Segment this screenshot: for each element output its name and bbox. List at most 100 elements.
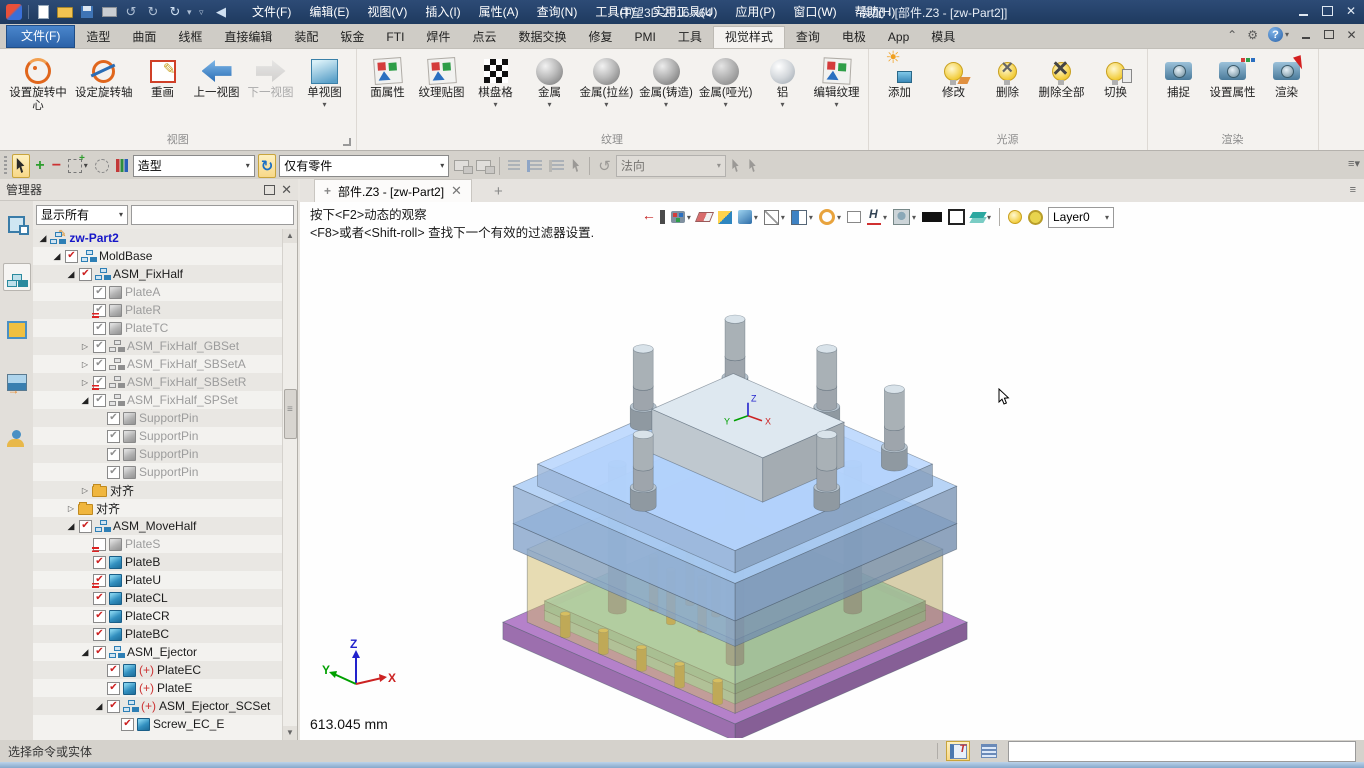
ribbon-button-light-delete[interactable]: 删除 xyxy=(981,52,1035,133)
ribbon-button-prev-view[interactable]: 上一视图 xyxy=(190,52,244,133)
wireframe-cube-icon[interactable]: ▾ xyxy=(763,210,786,225)
assembly-manager-icon[interactable] xyxy=(4,211,30,237)
ribbon-button-texture-map[interactable]: 纹理贴图 xyxy=(415,52,469,133)
ribbon-tab-电极[interactable]: 电极 xyxy=(831,26,877,48)
visibility-checkbox[interactable]: ✔ xyxy=(93,376,106,389)
visibility-checkbox[interactable]: ✔ xyxy=(79,268,92,281)
tab-list-icon[interactable]: ≡ xyxy=(1350,184,1356,196)
ribbon-button-single-view[interactable]: 单视图▾ xyxy=(298,52,352,133)
ribbon-button-checker[interactable]: 棋盘格▾ xyxy=(469,52,523,133)
visibility-checkbox[interactable]: ✔ xyxy=(65,250,78,263)
visibility-checkbox[interactable]: ✔ xyxy=(107,448,120,461)
black-swatch[interactable] xyxy=(921,212,943,222)
tree-node-SupportPin[interactable]: ✔SupportPin xyxy=(33,445,283,463)
ribbon-tab-PMI[interactable]: PMI xyxy=(623,26,666,48)
ribbon-tab-修复[interactable]: 修复 xyxy=(577,26,623,48)
expand-closed-icon[interactable]: ▷ xyxy=(79,378,91,387)
scroll-down-icon[interactable]: ▼ xyxy=(283,726,297,740)
expand-open-icon[interactable]: ◢ xyxy=(79,395,91,406)
list-icon[interactable] xyxy=(978,742,1000,760)
ribbon-button-redraw[interactable]: 重画 xyxy=(136,52,190,133)
tree-filter-dropdown[interactable]: 显示所有▾ xyxy=(36,205,128,225)
ribbon-tab-钣金[interactable]: 钣金 xyxy=(329,26,375,48)
tree-node-PlateTC[interactable]: ✔PlateTC xyxy=(33,319,283,337)
visibility-checkbox[interactable]: ✔ xyxy=(107,412,120,425)
role-manager-icon[interactable] xyxy=(4,421,30,447)
visibility-checkbox[interactable] xyxy=(93,538,106,551)
expand-closed-icon[interactable]: ▷ xyxy=(65,504,77,513)
minimize-ribbon-icon[interactable]: ⌃ xyxy=(1227,28,1237,42)
restore-button[interactable] xyxy=(1320,4,1334,18)
ribbon-tab-数据交换[interactable]: 数据交换 xyxy=(507,26,577,48)
expand-closed-icon[interactable]: ▷ xyxy=(79,486,91,495)
visibility-checkbox[interactable]: ✔ xyxy=(93,628,106,641)
expand-open-icon[interactable]: ◢ xyxy=(37,233,49,244)
expand-open-icon[interactable]: ◢ xyxy=(51,251,63,262)
visibility-checkbox[interactable]: ✔ xyxy=(107,700,120,713)
tree-node-MoldBase[interactable]: ◢✔MoldBase xyxy=(33,247,283,265)
ribbon-tab-线框[interactable]: 线框 xyxy=(167,26,213,48)
collapse-icon[interactable]: ◀ xyxy=(211,3,231,21)
tree-node-zw-Part2[interactable]: ◢✎zw-Part2 xyxy=(33,229,283,247)
viewport[interactable]: YXZ 按下<F2>动态的观察 <F8>或者<Shift-roll> 查找下一个… xyxy=(300,202,1364,740)
menu-属性(A)[interactable]: 属性(A) xyxy=(470,0,528,24)
scroll-up-icon[interactable]: ▲ xyxy=(283,229,297,243)
ribbon-button-light-modify[interactable]: 修改 xyxy=(927,52,981,133)
visibility-checkbox[interactable]: ✔ xyxy=(93,304,106,317)
tree-node-PlateA[interactable]: ✔PlateA xyxy=(33,283,283,301)
visibility-checkbox[interactable]: ✔ xyxy=(93,556,106,569)
window-icon[interactable] xyxy=(846,211,862,223)
lasso-pick-icon[interactable] xyxy=(93,155,111,177)
minimize-button[interactable] xyxy=(1296,4,1310,18)
ribbon-button-metal[interactable]: 金属▾ xyxy=(523,52,577,133)
tree-node-SupportPin[interactable]: ✔SupportPin xyxy=(33,463,283,481)
help-icon[interactable]: ?▾ xyxy=(1268,27,1289,42)
tree-node-ASM_Ejector[interactable]: ◢✔ASM_Ejector xyxy=(33,643,283,661)
shade-modes-icon[interactable] xyxy=(717,211,733,224)
save-icon[interactable] xyxy=(77,3,97,21)
ribbon-tab-曲面[interactable]: 曲面 xyxy=(121,26,167,48)
view-manager-icon[interactable] xyxy=(4,317,30,343)
ribbon-tab-直接编辑[interactable]: 直接编辑 xyxy=(213,26,283,48)
quickbar-options-icon[interactable]: ▿ xyxy=(199,7,209,18)
command-input[interactable] xyxy=(1008,741,1356,762)
history-manager-icon[interactable] xyxy=(3,263,31,291)
menu-窗口(W)[interactable]: 窗口(W) xyxy=(784,0,845,24)
ribbon-button-light-add[interactable]: 添加 xyxy=(873,52,927,133)
open-file-icon[interactable] xyxy=(55,3,75,21)
close-button[interactable]: ✕ xyxy=(1344,4,1358,18)
ribbon-button-metal-cast[interactable]: 金属(铸造)▾ xyxy=(636,52,696,133)
tree-node-ASM_FixHalf[interactable]: ◢✔ASM_FixHalf xyxy=(33,265,283,283)
add-pick-icon[interactable] xyxy=(33,155,46,177)
ribbon-tab-造型[interactable]: 造型 xyxy=(75,26,121,48)
menu-文件(F)[interactable]: 文件(F) xyxy=(243,0,300,24)
background-icon[interactable]: ▾ xyxy=(892,209,917,225)
ribbon-button-rotate-axis[interactable]: 设定旋转轴 xyxy=(72,52,136,133)
ribbon-tab-文件(F)[interactable]: 文件(F) xyxy=(6,25,75,48)
doc-close-button[interactable]: ✕ xyxy=(1345,28,1358,41)
expand-open-icon[interactable]: ◢ xyxy=(65,521,77,532)
visibility-checkbox[interactable]: ✔ xyxy=(93,646,106,659)
ribbon-button-metal-matte[interactable]: 金属(哑光)▾ xyxy=(696,52,756,133)
light-bulb-icon[interactable] xyxy=(1007,210,1023,224)
tree-node-ASM_MoveHalf[interactable]: ◢✔ASM_MoveHalf xyxy=(33,517,283,535)
scroll-thumb[interactable] xyxy=(284,389,297,439)
ribbon-tab-焊件[interactable]: 焊件 xyxy=(415,26,461,48)
tree-node-Screw_EC_E[interactable]: ✔Screw_EC_E xyxy=(33,715,283,733)
pick-icon[interactable] xyxy=(12,154,30,178)
undo-icon[interactable]: ↺ xyxy=(121,3,141,21)
shaded-cube-icon[interactable]: ▾ xyxy=(737,210,759,224)
ribbon-tab-工具[interactable]: 工具 xyxy=(667,26,713,48)
tab-close-icon[interactable]: ✕ xyxy=(451,183,462,199)
zoom-tools-icon[interactable]: ▾ xyxy=(818,209,842,225)
tree-node-对齐[interactable]: ▷对齐 xyxy=(33,499,283,517)
ribbon-button-aluminum[interactable]: 铝▾ xyxy=(756,52,810,133)
visibility-checkbox[interactable]: ✔ xyxy=(93,358,106,371)
menu-应用(P)[interactable]: 应用(P) xyxy=(726,0,784,24)
ribbon-button-face-attr[interactable]: 面属性 xyxy=(361,52,415,133)
visibility-checkbox[interactable]: ✔ xyxy=(93,394,106,407)
dialog-launcher-icon[interactable] xyxy=(343,138,351,146)
menu-查询(N)[interactable]: 查询(N) xyxy=(528,0,587,24)
tree-node-PlateS[interactable]: PlateS xyxy=(33,535,283,553)
visual-manager-icon[interactable] xyxy=(4,369,30,395)
